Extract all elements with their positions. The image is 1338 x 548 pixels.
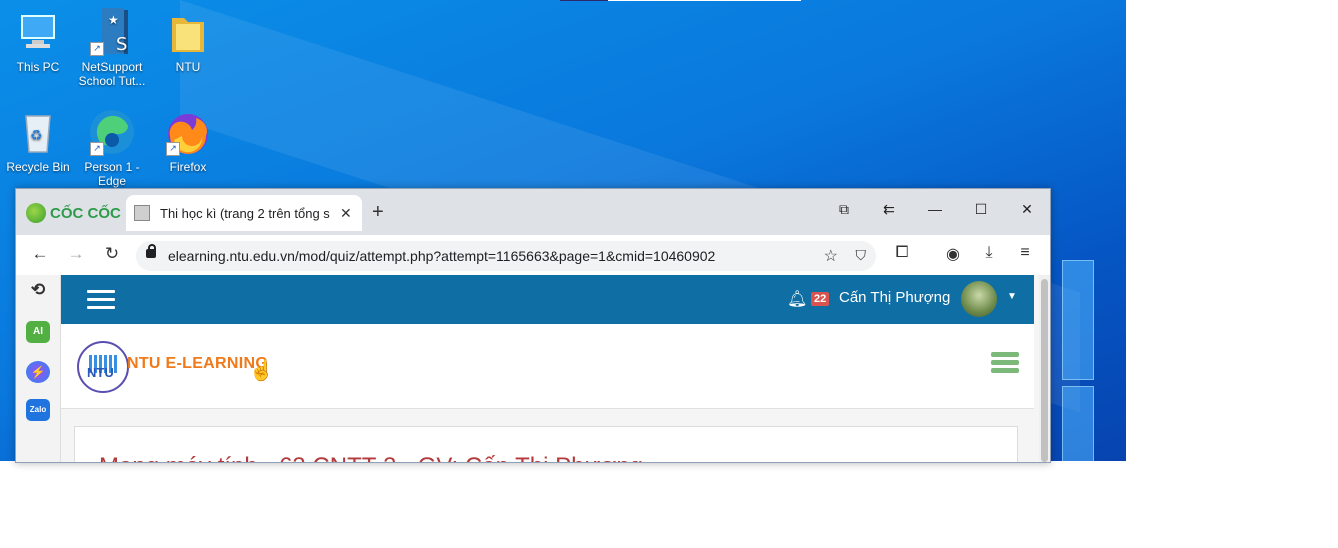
desktop-icon-edge[interactable]: ↗ Person 1 - Edge: [74, 108, 150, 188]
tab-title: Thi học kì (trang 2 trên tổng s: [160, 205, 330, 221]
tab-close-icon[interactable]: ✕: [340, 205, 352, 222]
ntu-logo[interactable]: NTU: [77, 341, 129, 393]
download-icon[interactable]: ⤓: [977, 244, 1001, 262]
close-button[interactable]: ✕: [1014, 201, 1040, 218]
user-name[interactable]: Cấn Thị Phượng: [839, 289, 950, 306]
minimize-button[interactable]: —: [922, 201, 948, 217]
scrollbar-thumb[interactable]: [1041, 279, 1048, 462]
desktop-icon-ntu[interactable]: NTU: [150, 8, 226, 74]
extensions-icon[interactable]: ⧠: [890, 244, 914, 262]
brand-text: CỐC CỐC: [50, 204, 121, 222]
user-avatar[interactable]: [961, 281, 997, 317]
site-navbar: 🔔︎ 22 Cấn Thị Phượng ▼: [61, 275, 1034, 324]
desktop-icon-recycle-bin[interactable]: ♻ Recycle Bin: [0, 108, 76, 174]
side-rail: ⟲ AI ⚡ Zalo: [16, 275, 61, 462]
tab-quiz[interactable]: Thi học kì (trang 2 trên tổng s ✕: [126, 195, 362, 231]
firefox-icon: ↗: [164, 108, 212, 156]
window-edge: [608, 0, 801, 1]
pointing-hand-icon: ☝: [249, 360, 274, 382]
desktop-icon-firefox[interactable]: ↗ Firefox: [150, 108, 226, 174]
history-icon[interactable]: ⟲: [26, 279, 50, 301]
desktop-icon-label: Recycle Bin: [6, 160, 70, 174]
back-button[interactable]: ←: [28, 244, 52, 264]
messenger-icon[interactable]: ⚡: [26, 361, 50, 383]
taskbar-edge: [560, 0, 608, 1]
coccoc-logo-icon: [26, 203, 46, 223]
page-favicon-icon: [134, 205, 150, 221]
coccoc-brand[interactable]: CỐC CỐC: [26, 203, 121, 223]
address-bar-row: ← → ↻ elearning.ntu.edu.vn/mod/quiz/atte…: [16, 235, 1050, 275]
svg-text:S: S: [116, 34, 127, 55]
svg-text:★: ★: [108, 13, 119, 27]
site-name[interactable]: NTU E-LEARNING: [127, 355, 268, 373]
desktop-icon-netsupport[interactable]: S ★ ↗ NetSupport School Tut...: [74, 8, 150, 88]
new-tab-button[interactable]: +: [372, 202, 384, 222]
menu-icon[interactable]: ≡: [1013, 244, 1037, 262]
bell-icon[interactable]: 🔔︎: [787, 289, 807, 309]
shortcut-arrow-icon: ↗: [90, 142, 104, 156]
edge-icon: ↗: [88, 108, 136, 156]
wallpaper-logo-tile: [1062, 386, 1094, 461]
page-scrollbar[interactable]: [1039, 275, 1050, 462]
shield-icon[interactable]: ⛉: [856, 247, 867, 264]
zalo-icon[interactable]: Zalo: [26, 399, 50, 421]
computer-icon: [14, 8, 62, 56]
omnibox[interactable]: elearning.ntu.edu.vn/mod/quiz/attempt.ph…: [136, 241, 876, 271]
url-text[interactable]: elearning.ntu.edu.vn/mod/quiz/attempt.ph…: [168, 248, 715, 264]
maximize-button[interactable]: ☐: [968, 201, 994, 218]
web-page: 🔔︎ 22 Cấn Thị Phượng ▼ NTU NTU E-LEARNIN…: [61, 275, 1039, 462]
notification-count-badge: 22: [811, 292, 830, 306]
screen-capture-icon[interactable]: ⧉: [831, 201, 857, 218]
tab-search-icon[interactable]: ⇇: [876, 201, 902, 218]
ntu-logo-text: NTU: [87, 365, 114, 380]
reload-button[interactable]: ↻: [100, 244, 124, 264]
tab-bar: CỐC CỐC Thi học kì (trang 2 trên tổng s …: [16, 189, 1050, 235]
course-title[interactable]: Mạng máy tính - 63.CNTT-3 - GV: Cấn Thị …: [99, 453, 643, 462]
folder-icon: [164, 8, 212, 56]
desktop-icon-label: Firefox: [169, 160, 207, 174]
course-header-card: Mạng máy tính - 63.CNTT-3 - GV: Cấn Thị …: [74, 426, 1018, 462]
desktop-icon-label: NTU: [175, 60, 201, 74]
shortcut-arrow-icon: ↗: [166, 142, 180, 156]
site-header: NTU NTU E-LEARNING ☝: [61, 324, 1034, 409]
desktop-icon-label: This PC: [16, 60, 60, 74]
site-menu-icon[interactable]: [991, 352, 1019, 376]
desktop-icon-label: Person 1 - Edge: [84, 160, 140, 188]
lock-icon[interactable]: [146, 244, 156, 258]
nav-drawer-toggle-icon[interactable]: [87, 290, 115, 310]
desktop-icon-label: NetSupport School Tut...: [78, 60, 146, 88]
user-menu-caret-icon[interactable]: ▼: [1007, 291, 1017, 302]
bookmark-star-icon[interactable]: ☆: [824, 246, 838, 266]
desktop-icon-this-pc[interactable]: This PC: [0, 8, 76, 74]
shortcut-arrow-icon: ↗: [90, 42, 104, 56]
ai-icon[interactable]: AI: [26, 321, 50, 343]
recycle-bin-icon: ♻: [14, 108, 62, 156]
profile-icon[interactable]: ◉: [941, 244, 965, 264]
netsupport-icon: S ★ ↗: [88, 8, 136, 56]
svg-text:♻: ♻: [30, 128, 43, 144]
forward-button[interactable]: →: [64, 244, 88, 264]
browser-window: CỐC CỐC Thi học kì (trang 2 trên tổng s …: [15, 188, 1051, 463]
wallpaper-logo-tile: [1062, 260, 1094, 380]
